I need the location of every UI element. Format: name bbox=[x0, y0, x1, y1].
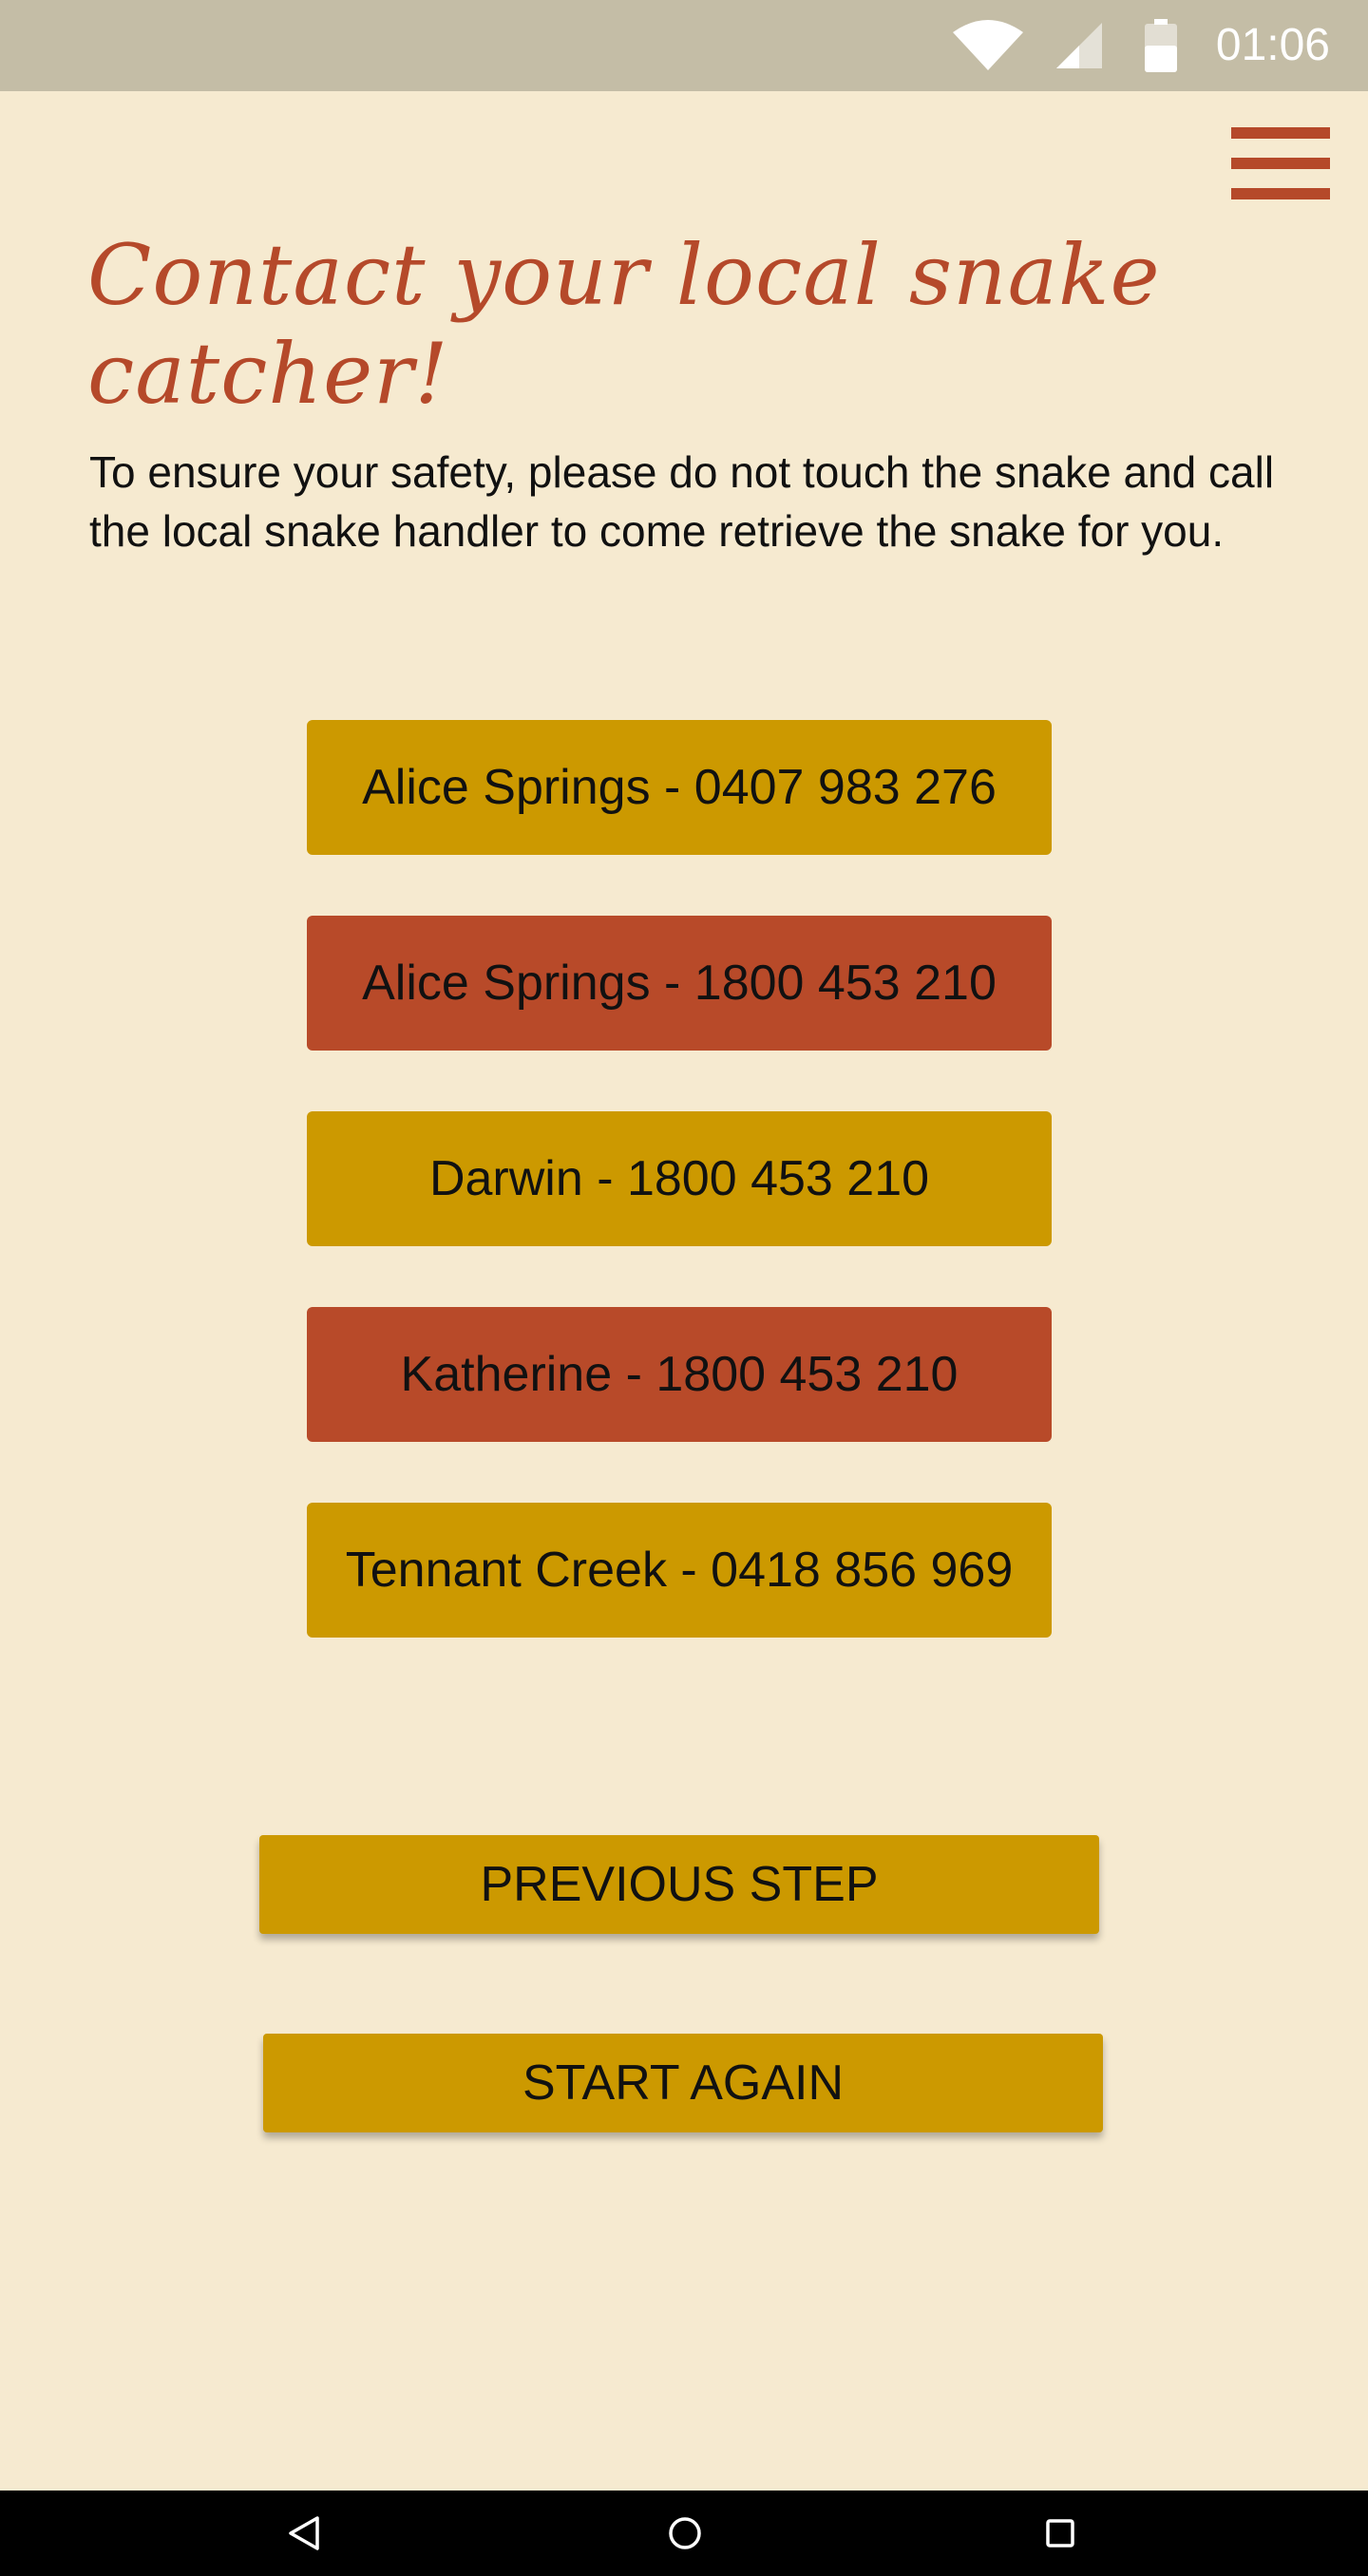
recents-icon[interactable] bbox=[1017, 2491, 1103, 2576]
start-again-button[interactable]: START AGAIN bbox=[263, 2034, 1103, 2132]
status-time: 01:06 bbox=[1215, 20, 1330, 70]
navigation-bar bbox=[0, 2491, 1368, 2576]
menu-bar bbox=[1231, 188, 1330, 199]
battery-icon bbox=[1144, 0, 1178, 91]
home-icon[interactable] bbox=[642, 2491, 728, 2576]
intro-text: To ensure your safety, please do not tou… bbox=[89, 447, 1275, 556]
cell-signal-icon bbox=[1054, 0, 1104, 91]
menu-bar bbox=[1231, 158, 1330, 169]
status-bar: 01:06 bbox=[0, 0, 1368, 91]
contact-button-alice-springs-freecall[interactable]: Alice Springs - 1800 453 210 bbox=[307, 916, 1052, 1051]
contact-button-tennant-creek[interactable]: Tennant Creek - 0418 856 969 bbox=[307, 1503, 1052, 1638]
contact-button-katherine[interactable]: Katherine - 1800 453 210 bbox=[307, 1307, 1052, 1442]
wifi-icon bbox=[950, 0, 1026, 91]
back-icon[interactable] bbox=[261, 2491, 347, 2576]
contact-button-darwin[interactable]: Darwin - 1800 453 210 bbox=[307, 1111, 1052, 1246]
contact-button-alice-springs-mobile[interactable]: Alice Springs - 0407 983 276 bbox=[307, 720, 1052, 855]
previous-step-button[interactable]: PREVIOUS STEP bbox=[259, 1835, 1099, 1934]
hamburger-menu-icon[interactable] bbox=[1231, 127, 1330, 199]
page-title: Contact your local snake catcher! bbox=[87, 226, 1161, 423]
menu-bar bbox=[1231, 127, 1330, 139]
